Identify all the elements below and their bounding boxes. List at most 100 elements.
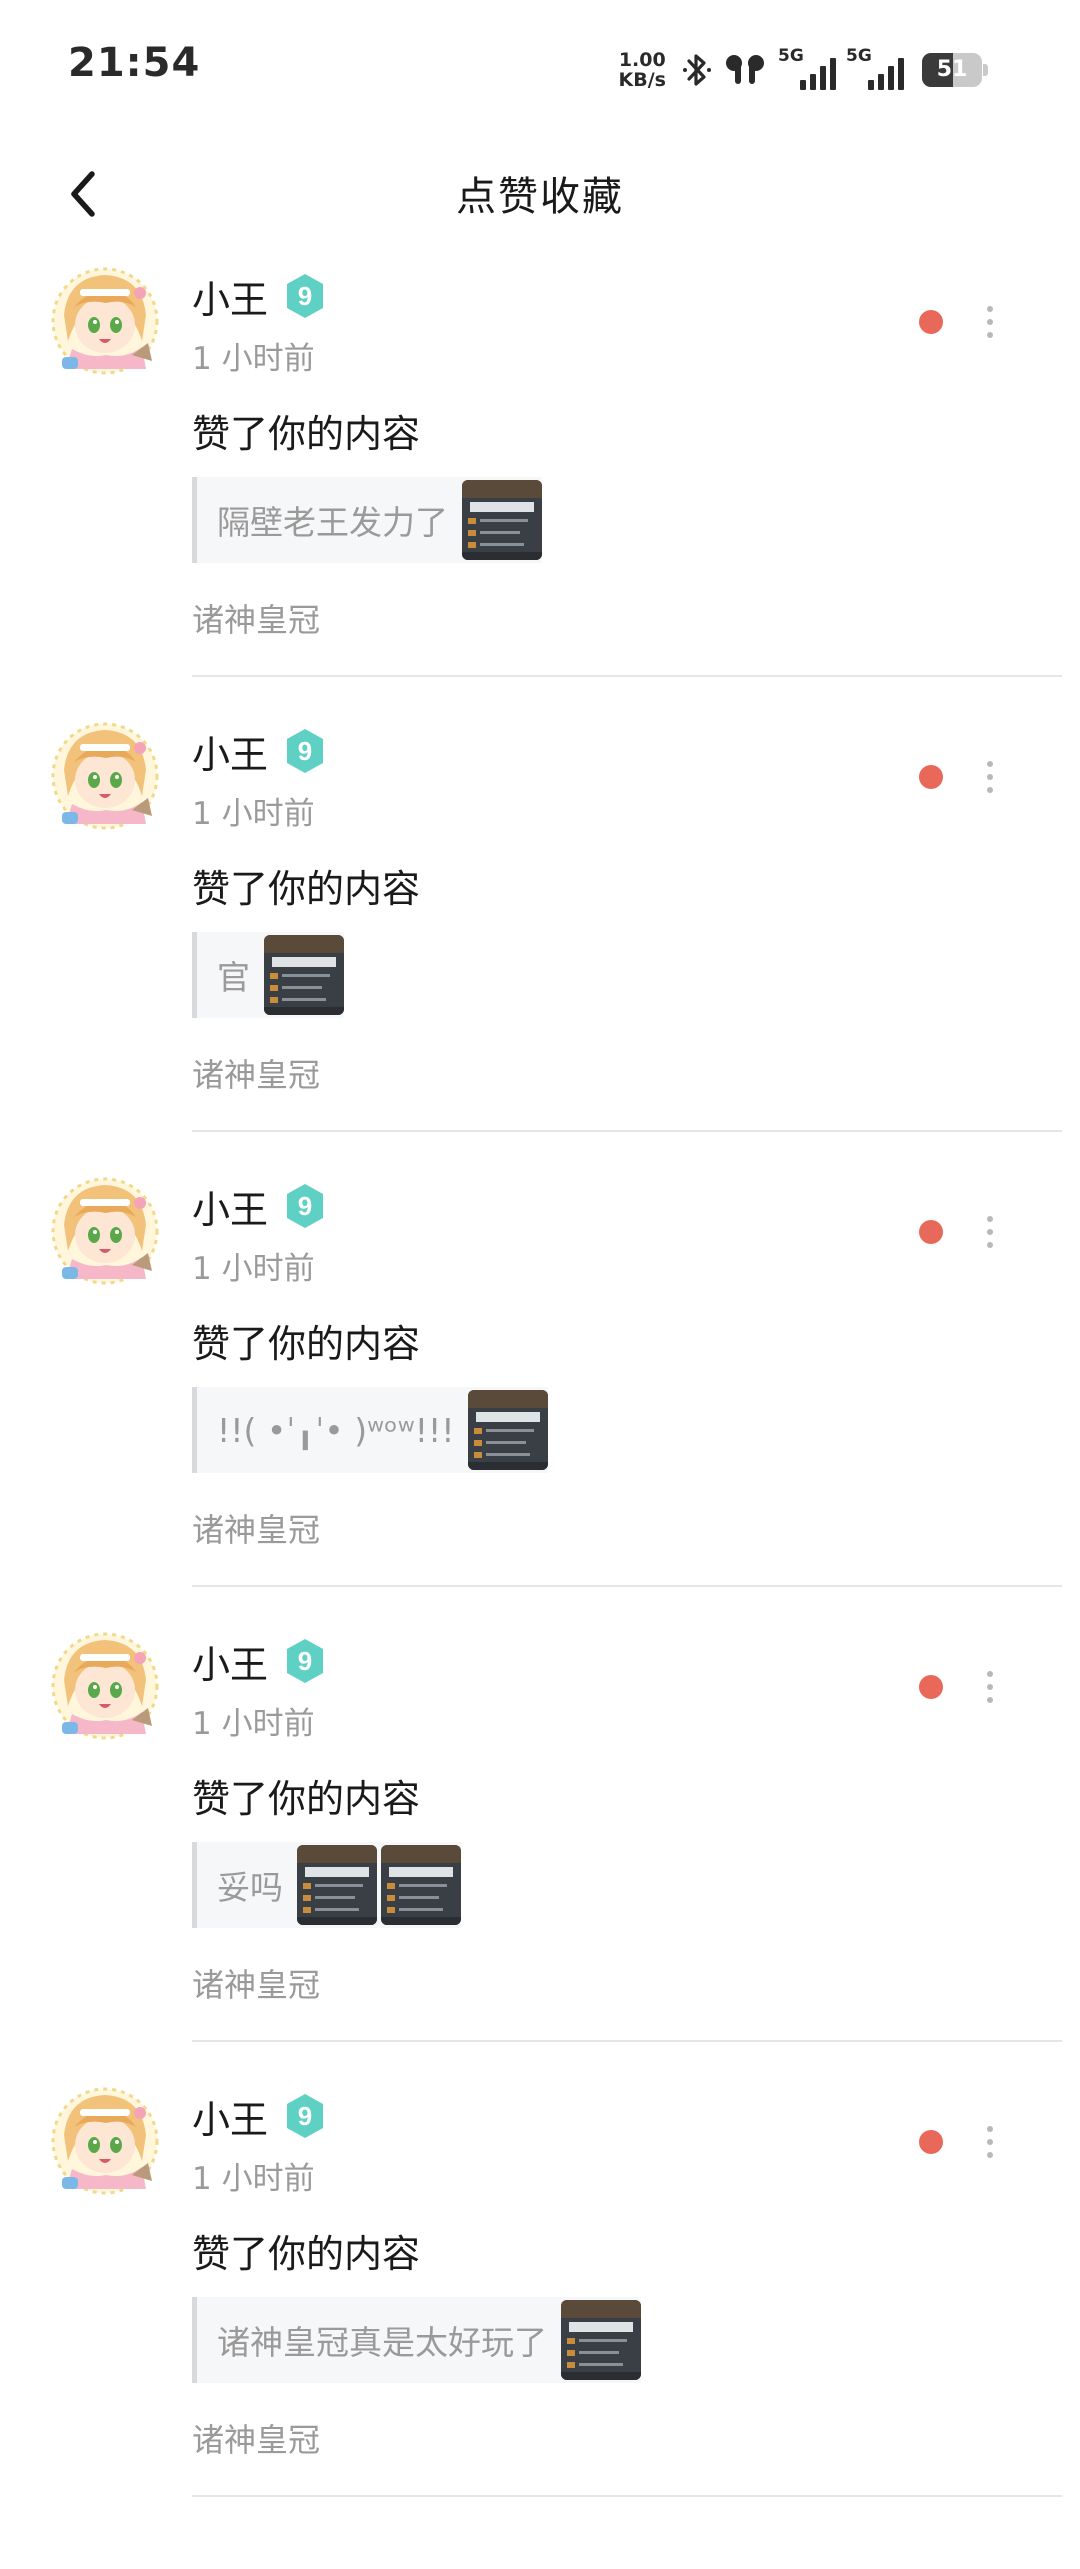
action-text: 赞了你的内容 — [192, 2232, 421, 2276]
divider — [192, 1130, 1062, 1132]
network-speed: 1.00 KB/s — [619, 50, 666, 90]
level-badge: 9 — [283, 272, 327, 320]
svg-text:9: 9 — [298, 1191, 312, 1221]
quoted-content[interactable]: 官 — [192, 932, 344, 1018]
unread-dot — [919, 2130, 943, 2154]
divider — [192, 2495, 1062, 2497]
game-tag[interactable]: 诸神皇冠 — [192, 1960, 320, 2006]
notification-item[interactable]: 小王 9 1 小时前 赞了你的内容 !!( •ˈ╻ˈ• )ʷᵒʷ!!! 诸神皇冠 — [0, 1165, 1080, 1620]
thumbnail-image[interactable] — [561, 2300, 641, 2380]
notification-list: 小王 9 1 小时前 赞了你的内容 隔壁老王发力了 诸神皇冠 小王 9 1 小时… — [0, 255, 1080, 2530]
quote-text: 隔壁老王发力了 — [217, 503, 448, 542]
action-text: 赞了你的内容 — [192, 867, 421, 911]
thumbnail-image[interactable] — [468, 1390, 549, 1470]
svg-text:9: 9 — [298, 1646, 312, 1676]
level-hexagon-icon: 9 — [287, 2094, 323, 2138]
earbuds-icon — [722, 50, 768, 90]
status-bar: 21:54 1.00 KB/s 5G 5G 51 — [0, 0, 1080, 140]
username[interactable]: 小王 — [192, 269, 268, 324]
game-screenshot-image — [561, 2300, 641, 2380]
timestamp: 1 小时前 — [192, 2161, 315, 2197]
notification-item[interactable]: 小王 9 1 小时前 赞了你的内容 诸神皇冠真是太好玩了 诸神皇冠 — [0, 2075, 1080, 2530]
network-speed-value: 1.00 — [618, 49, 666, 71]
level-badge: 9 — [283, 2092, 327, 2140]
more-options-button[interactable] — [968, 295, 1012, 349]
more-options-button[interactable] — [968, 1660, 1012, 1714]
level-hexagon-icon: 9 — [287, 1639, 323, 1683]
avatar[interactable] — [50, 263, 160, 381]
page-header: 点赞收藏 — [0, 150, 1080, 238]
timestamp: 1 小时前 — [192, 1251, 315, 1287]
svg-text:9: 9 — [298, 2101, 312, 2131]
action-text: 赞了你的内容 — [192, 1322, 421, 1366]
unread-dot — [919, 1220, 943, 1244]
quoted-content[interactable]: 隔壁老王发力了 — [192, 477, 542, 563]
quote-text: 诸神皇冠真是太好玩了 — [217, 2323, 547, 2362]
username[interactable]: 小王 — [192, 1179, 268, 1234]
more-options-button[interactable] — [968, 750, 1012, 804]
bluetooth-icon — [682, 50, 712, 90]
quoted-content[interactable]: !!( •ˈ╻ˈ• )ʷᵒʷ!!! — [192, 1387, 549, 1473]
game-tag[interactable]: 诸神皇冠 — [192, 2415, 320, 2461]
thumbnail-image[interactable] — [381, 1845, 461, 1925]
thumbnail-image[interactable] — [462, 480, 542, 560]
avatar-image — [51, 1632, 159, 1740]
avatar-image — [51, 2087, 159, 2195]
game-tag[interactable]: 诸神皇冠 — [192, 1050, 320, 1096]
page-title: 点赞收藏 — [456, 174, 624, 220]
avatar[interactable] — [50, 2083, 160, 2201]
game-screenshot-image — [264, 935, 344, 1015]
divider — [192, 2040, 1062, 2042]
quote-text: !!( •ˈ╻ˈ• )ʷᵒʷ!!! — [217, 1410, 455, 1450]
avatar-image — [51, 1177, 159, 1285]
quote-text: 妥吗 — [217, 1868, 283, 1907]
level-hexagon-icon: 9 — [287, 729, 323, 773]
level-hexagon-icon: 9 — [287, 274, 323, 318]
action-text: 赞了你的内容 — [192, 1777, 421, 1821]
divider — [192, 1585, 1062, 1587]
avatar[interactable] — [50, 718, 160, 836]
game-screenshot-image — [297, 1845, 377, 1925]
level-badge: 9 — [283, 1182, 327, 1230]
battery-level: 51 — [936, 57, 968, 82]
thumbnail-image[interactable] — [264, 935, 344, 1015]
signal-5g-1-icon: 5G — [778, 46, 836, 94]
more-options-button[interactable] — [968, 1205, 1012, 1259]
level-badge: 9 — [283, 727, 327, 775]
svg-text:9: 9 — [298, 281, 312, 311]
unread-dot — [919, 310, 943, 334]
avatar-image — [51, 267, 159, 375]
game-screenshot-image — [381, 1845, 461, 1925]
quote-text: 官 — [217, 958, 250, 997]
unread-dot — [919, 1675, 943, 1699]
svg-text:9: 9 — [298, 736, 312, 766]
avatar[interactable] — [50, 1173, 160, 1291]
notification-item[interactable]: 小王 9 1 小时前 赞了你的内容 隔壁老王发力了 诸神皇冠 — [0, 255, 1080, 710]
quoted-content[interactable]: 诸神皇冠真是太好玩了 — [192, 2297, 641, 2383]
level-badge: 9 — [283, 1637, 327, 1685]
avatar[interactable] — [50, 1628, 160, 1746]
level-hexagon-icon: 9 — [287, 1184, 323, 1228]
status-time: 21:54 — [68, 40, 201, 86]
game-tag[interactable]: 诸神皇冠 — [192, 1505, 320, 1551]
action-text: 赞了你的内容 — [192, 412, 421, 456]
status-icons: 1.00 KB/s 5G 5G 51 — [619, 42, 988, 98]
timestamp: 1 小时前 — [192, 1706, 315, 1742]
notification-item[interactable]: 小王 9 1 小时前 赞了你的内容 妥吗 诸神皇冠 — [0, 1620, 1080, 2075]
username[interactable]: 小王 — [192, 1634, 268, 1689]
divider — [192, 675, 1062, 677]
username[interactable]: 小王 — [192, 2089, 268, 2144]
network-speed-unit: KB/s — [618, 69, 666, 91]
quoted-content[interactable]: 妥吗 — [192, 1842, 461, 1928]
timestamp: 1 小时前 — [192, 796, 315, 832]
timestamp: 1 小时前 — [192, 341, 315, 377]
signal-5g-2-icon: 5G — [846, 46, 904, 94]
game-screenshot-image — [462, 480, 542, 560]
more-options-button[interactable] — [968, 2115, 1012, 2169]
notification-item[interactable]: 小王 9 1 小时前 赞了你的内容 官 诸神皇冠 — [0, 710, 1080, 1165]
username[interactable]: 小王 — [192, 724, 268, 779]
avatar-image — [51, 722, 159, 830]
game-tag[interactable]: 诸神皇冠 — [192, 595, 320, 641]
unread-dot — [919, 765, 943, 789]
thumbnail-image[interactable] — [297, 1845, 377, 1925]
